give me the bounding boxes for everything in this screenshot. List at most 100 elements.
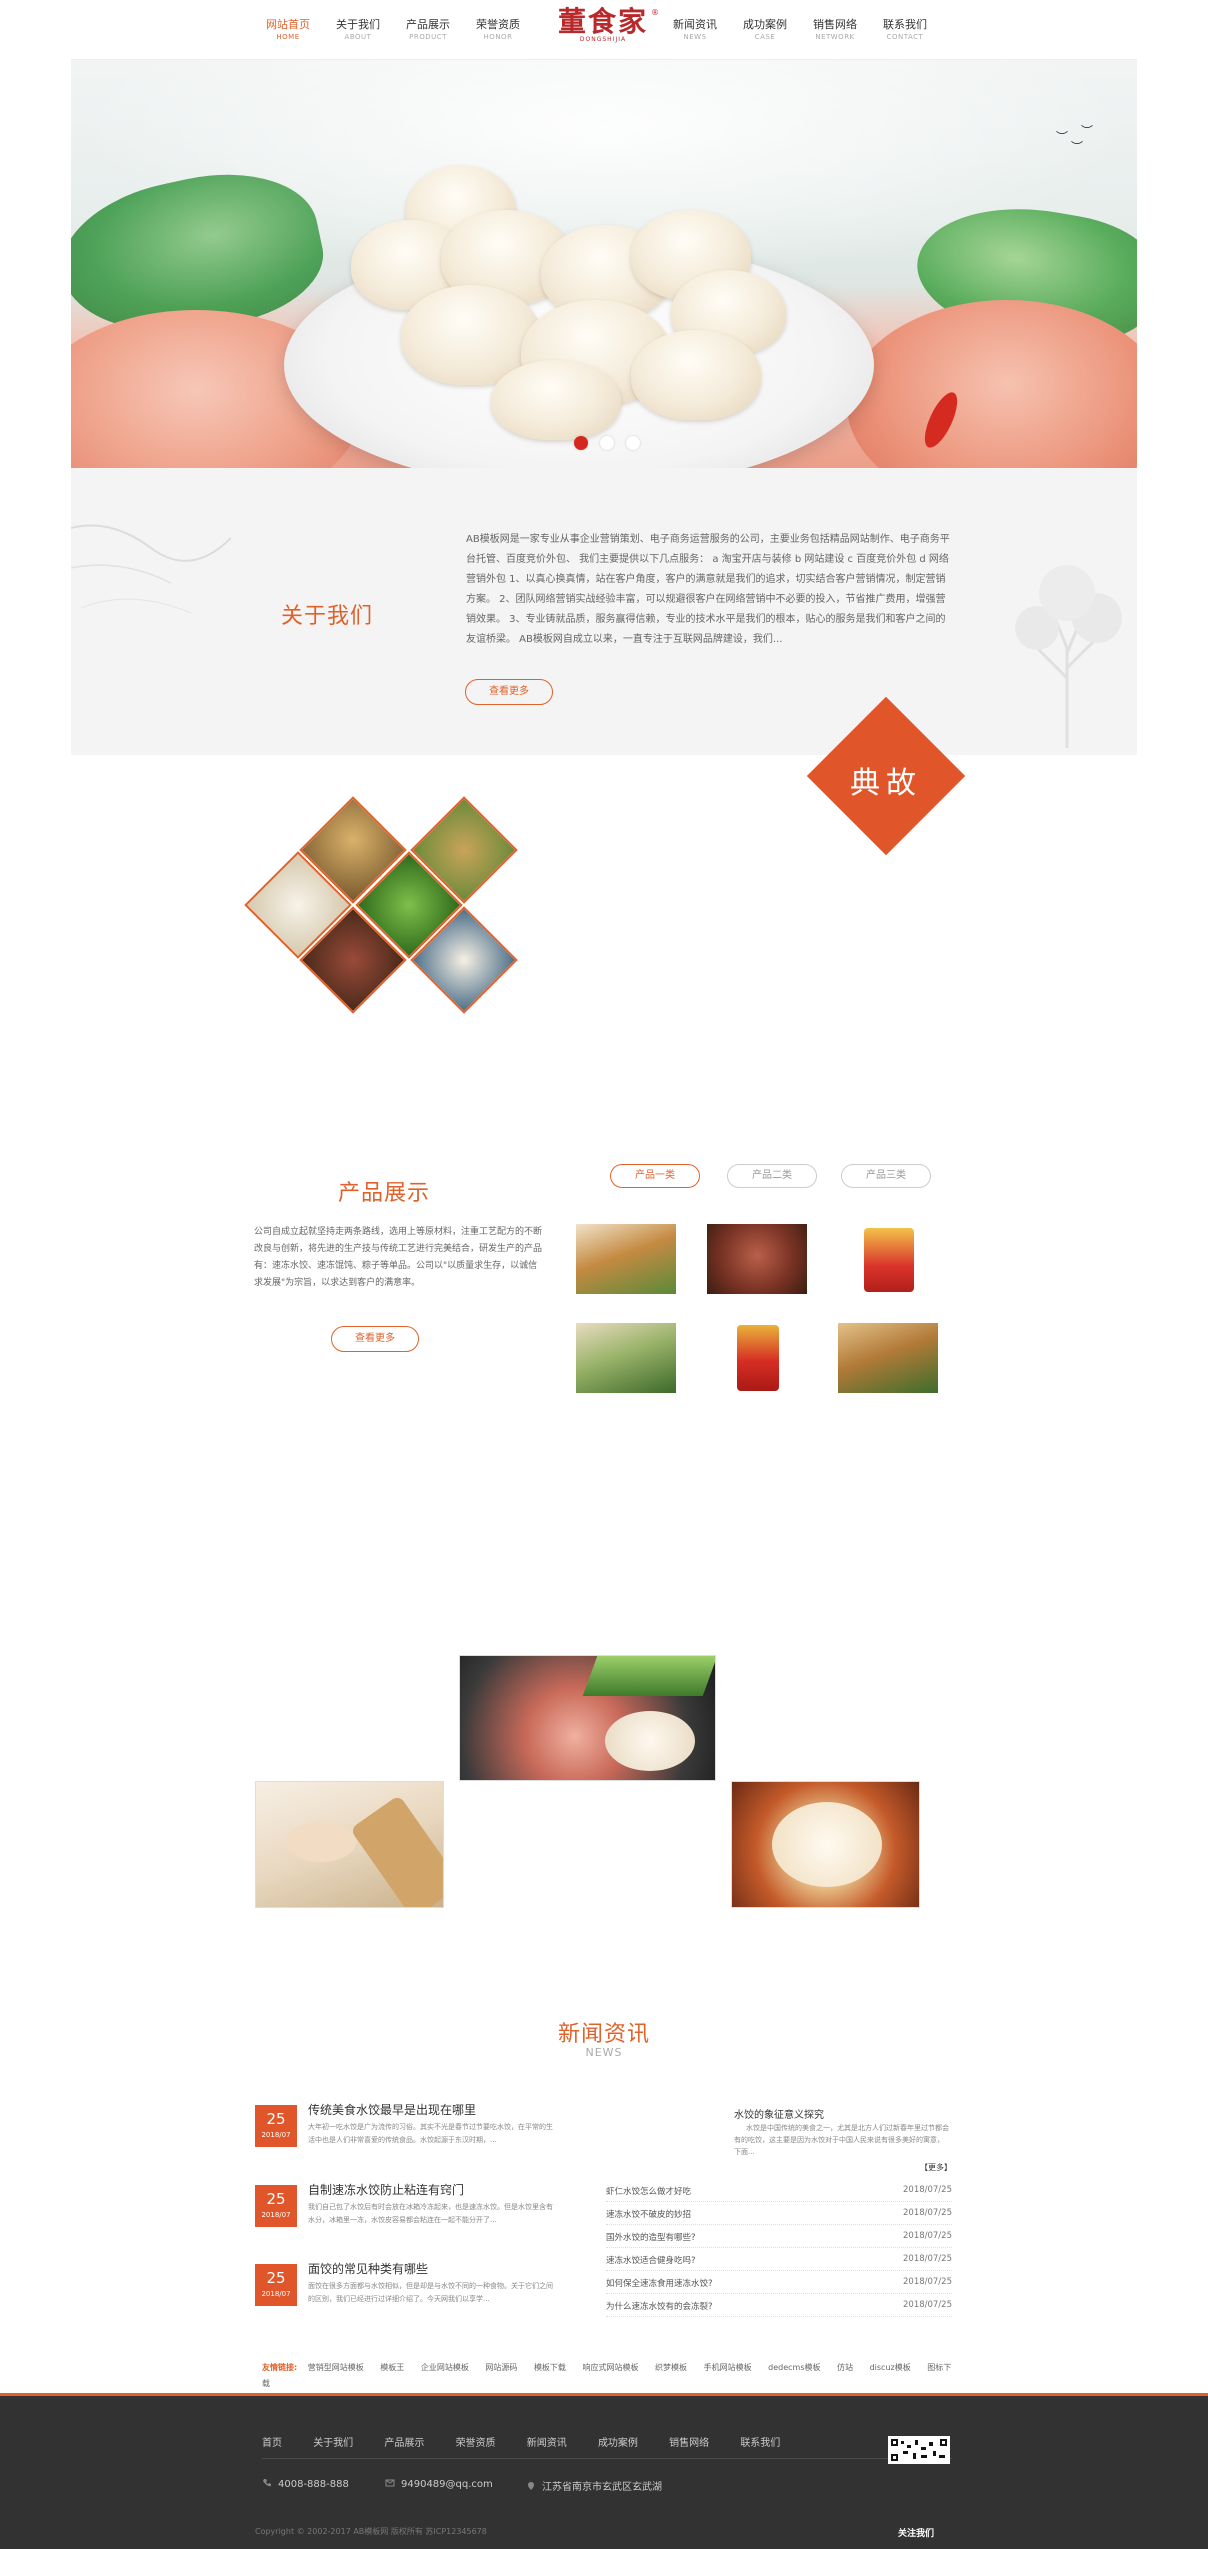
slider-dots bbox=[574, 436, 644, 450]
nav-item-contact[interactable]: 联系我们 CONTACT bbox=[870, 18, 940, 42]
footer-nav-item[interactable]: 新闻资讯 bbox=[527, 2438, 567, 2449]
ink-decoration bbox=[71, 524, 231, 614]
main-nav: 网站首页 HOME 关于我们 ABOUT 产品展示 PRODUCT 荣誉资质 H… bbox=[71, 0, 1137, 60]
tab-product-category-3[interactable]: 产品三类 bbox=[841, 1164, 931, 1188]
news-subtitle: NEWS bbox=[585, 2046, 623, 2059]
friend-link[interactable]: 手机网站模板 bbox=[704, 2363, 752, 2372]
nav-item-product[interactable]: 产品展示 PRODUCT bbox=[393, 18, 463, 42]
dumpling-image bbox=[631, 330, 761, 420]
footer-nav-item[interactable]: 产品展示 bbox=[384, 2438, 424, 2449]
news-headline[interactable]: 自制速冻水饺防止粘连有窍门 bbox=[308, 2181, 464, 2198]
about-more-button[interactable]: 查看更多 bbox=[465, 679, 553, 705]
product-image[interactable] bbox=[707, 1323, 807, 1393]
slider-dot-2[interactable] bbox=[600, 436, 614, 450]
location-icon bbox=[528, 2482, 534, 2490]
products-description: 公司自成立起就坚持走两条路线，选用上等原材料，注重工艺配方的不断改良与创新，将先… bbox=[254, 1227, 543, 1288]
news-list-item[interactable]: 速冻水饺不破皮的妙招 2018/07/25 bbox=[606, 2203, 952, 2225]
follow-us-label[interactable]: 关注我们 bbox=[898, 2526, 934, 2539]
dumpling-image bbox=[491, 360, 621, 440]
news-list-item[interactable]: 如何保全速冻食用速冻水饺? 2018/07/25 bbox=[606, 2272, 952, 2294]
about-title: 关于我们 bbox=[281, 604, 374, 629]
footer-nav-item[interactable]: 荣誉资质 bbox=[456, 2438, 496, 2449]
news-summary: 面饺在很多方面都与水饺相似，但是却是与水饺不同的一种食物。关于它们之间的区别，我… bbox=[308, 2282, 553, 2303]
page: 网站首页 HOME 关于我们 ABOUT 产品展示 PRODUCT 荣誉资质 H… bbox=[0, 0, 1208, 2549]
news-month: 2018/07 bbox=[261, 2211, 291, 2219]
nav-label: 联系我们 bbox=[883, 18, 927, 31]
nav-item-news[interactable]: 新闻资讯 NEWS bbox=[660, 18, 730, 42]
friend-link[interactable]: 模板王 bbox=[380, 2363, 404, 2372]
news-date-badge: 25 2018/07 bbox=[255, 2105, 297, 2147]
news-month: 2018/07 bbox=[261, 2290, 291, 2298]
product-image[interactable] bbox=[576, 1224, 676, 1294]
nav-label: 新闻资讯 bbox=[673, 18, 717, 31]
footer-nav-item[interactable]: 首页 bbox=[262, 2438, 282, 2449]
nav-item-about[interactable]: 关于我们 ABOUT bbox=[323, 18, 393, 42]
footer-divider bbox=[262, 2458, 952, 2459]
news-list-date: 2018/07/25 bbox=[903, 2231, 952, 2241]
nav-sublabel: CONTACT bbox=[886, 33, 924, 41]
nav-item-network[interactable]: 销售网络 NETWORK bbox=[800, 18, 870, 42]
footer-address: 江苏省南京市玄武区玄武湖 bbox=[526, 2478, 662, 2493]
nav-item-honor[interactable]: 荣誉资质 HONOR bbox=[463, 18, 533, 42]
gallery-image-ingredients[interactable] bbox=[459, 1655, 716, 1781]
bird-icon: ︶ bbox=[1071, 140, 1084, 154]
slider-dot-1[interactable] bbox=[574, 436, 588, 450]
news-list-item[interactable]: 虾仁水饺怎么做才好吃 2018/07/25 bbox=[606, 2180, 952, 2202]
gallery-image-sauced-dumplings[interactable] bbox=[731, 1781, 920, 1908]
news-headline[interactable]: 面饺的常见种类有哪些 bbox=[308, 2260, 428, 2277]
product-image[interactable] bbox=[576, 1323, 676, 1393]
friend-link[interactable]: 响应式网站模板 bbox=[582, 2363, 638, 2372]
news-list-item[interactable]: 速冻水饺适合健身吃吗? 2018/07/25 bbox=[606, 2249, 952, 2271]
brand-logo[interactable]: 董食家 DONGSHIJIA ® bbox=[543, 6, 663, 54]
product-image[interactable] bbox=[838, 1224, 938, 1294]
friend-link[interactable]: discuz模板 bbox=[870, 2363, 911, 2372]
ink-tree-decoration bbox=[1015, 565, 1122, 748]
friend-link[interactable]: 织梦模板 bbox=[655, 2363, 687, 2372]
friend-link[interactable]: dedecms模板 bbox=[768, 2363, 820, 2372]
news-list-date: 2018/07/25 bbox=[903, 2185, 952, 2195]
nav-label: 网站首页 bbox=[266, 18, 310, 31]
nav-item-case[interactable]: 成功案例 CASE bbox=[730, 18, 800, 42]
news-summary: 我们自己包了水饺后有时会放在冰箱冷冻起来，也是速冻水饺。但是水饺里含有水分，冰箱… bbox=[308, 2203, 553, 2224]
news-more-link[interactable]: 【更多】 bbox=[920, 2162, 952, 2173]
footer-nav-item[interactable]: 销售网络 bbox=[669, 2438, 709, 2449]
gallery-image-rolling-dough[interactable] bbox=[255, 1781, 444, 1908]
friend-link[interactable]: 网站源码 bbox=[485, 2363, 517, 2372]
hero-banner[interactable]: ︶ ︶ ︶ bbox=[71, 60, 1137, 468]
news-item[interactable]: 25 2018/07 传统美食水饺最早是出现在哪里 大年初一吃水饺是广为流传的习… bbox=[255, 2099, 555, 2159]
footer-email: 9490489@qq.com bbox=[385, 2478, 493, 2490]
featured-news-title[interactable]: 水饺的象征意义探究 bbox=[734, 2106, 824, 2121]
footer-nav-item[interactable]: 关于我们 bbox=[313, 2438, 353, 2449]
friend-link[interactable]: 仿站 bbox=[837, 2363, 853, 2372]
product-package bbox=[737, 1325, 779, 1391]
nav-sublabel: NETWORK bbox=[815, 33, 855, 41]
friend-link[interactable]: 企业网站模板 bbox=[421, 2363, 469, 2372]
products-more-button[interactable]: 查看更多 bbox=[331, 1326, 419, 1352]
header: 网站首页 HOME 关于我们 ABOUT 产品展示 PRODUCT 荣誉资质 H… bbox=[71, 0, 1137, 60]
footer-nav-item[interactable]: 联系我们 bbox=[740, 2438, 780, 2449]
news-item[interactable]: 25 2018/07 面饺的常见种类有哪些 面饺在很多方面都与水饺相似，但是却是… bbox=[255, 2258, 555, 2318]
footer-nav-item[interactable]: 成功案例 bbox=[598, 2438, 638, 2449]
tab-product-category-2[interactable]: 产品二类 bbox=[727, 1164, 817, 1188]
product-image[interactable] bbox=[707, 1224, 807, 1294]
friend-link[interactable]: 模板下载 bbox=[534, 2363, 566, 2372]
product-image[interactable] bbox=[838, 1323, 938, 1393]
news-list-title: 为什么速冻水饺有的会冻裂? bbox=[606, 2302, 713, 2312]
news-list-title: 虾仁水饺怎么做才好吃 bbox=[606, 2187, 692, 2197]
nav-sublabel: HONOR bbox=[483, 33, 513, 41]
registered-mark: ® bbox=[651, 8, 659, 17]
news-summary: 大年初一吃水饺是广为流传的习俗。其实不光是春节过节要吃水饺，在平常的生活中也是人… bbox=[308, 2123, 553, 2144]
nav-sublabel: ABOUT bbox=[344, 33, 372, 41]
news-list-item[interactable]: 为什么速冻水饺有的会冻裂? 2018/07/25 bbox=[606, 2295, 952, 2317]
news-headline[interactable]: 传统美食水饺最早是出现在哪里 bbox=[308, 2101, 476, 2118]
nav-item-home[interactable]: 网站首页 HOME bbox=[253, 18, 323, 42]
scallion-shape bbox=[582, 1656, 715, 1696]
friend-link[interactable]: 营销型网站模板 bbox=[308, 2363, 364, 2372]
bird-icon: ︶ bbox=[1081, 124, 1094, 138]
banner-meat-image bbox=[847, 300, 1137, 468]
news-item[interactable]: 25 2018/07 自制速冻水饺防止粘连有窍门 我们自己包了水饺后有时会放在冰… bbox=[255, 2179, 555, 2239]
footer: 首页 关于我们 产品展示 荣誉资质 新闻资讯 成功案例 销售网络 联系我们 40… bbox=[0, 2393, 1208, 2549]
slider-dot-3[interactable] bbox=[626, 436, 640, 450]
news-list-item[interactable]: 国外水饺的造型有哪些? 2018/07/25 bbox=[606, 2226, 952, 2248]
tab-product-category-1[interactable]: 产品一类 bbox=[610, 1164, 700, 1188]
